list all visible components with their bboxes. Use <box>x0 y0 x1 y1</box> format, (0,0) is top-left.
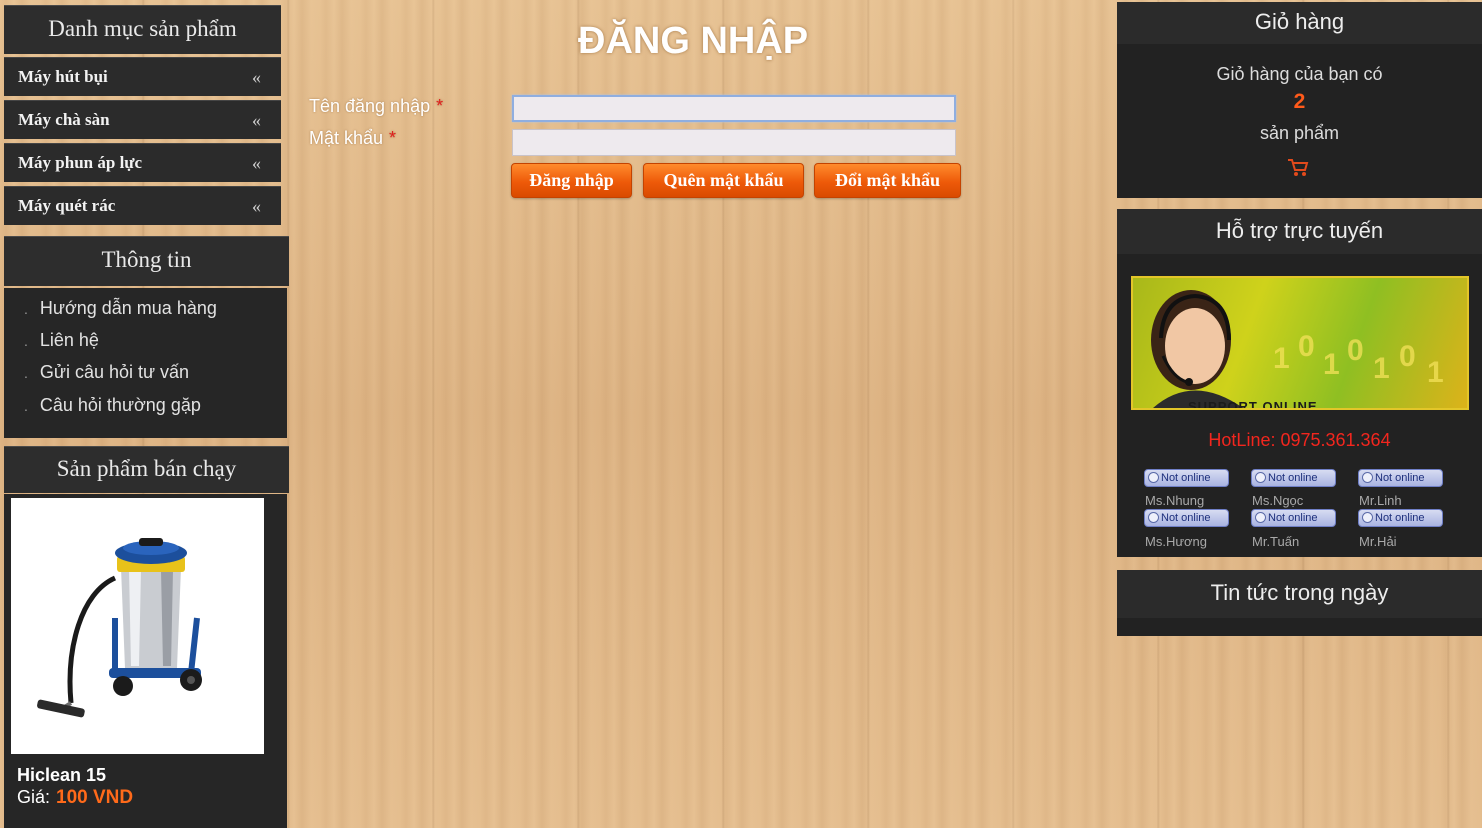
product-image[interactable] <box>11 498 264 754</box>
double-chevron-left-icon: « <box>252 67 261 87</box>
vacuum-cleaner-image <box>37 538 202 718</box>
status-icon <box>1362 512 1373 523</box>
login-button[interactable]: Đăng nhập <box>511 163 632 198</box>
required-mark: * <box>436 96 444 116</box>
status-text: Not online <box>1268 472 1318 484</box>
status-button-hai[interactable]: Not online <box>1358 509 1443 527</box>
info-link-ask-question[interactable]: . Gửi câu hỏi tư vấn <box>24 362 189 383</box>
double-chevron-left-icon: « <box>252 196 261 216</box>
product-price-row: Giá: 100 VND <box>17 787 133 809</box>
status-icon <box>1148 512 1159 523</box>
status-icon <box>1255 512 1266 523</box>
support-banner-text: SUPPORT ONLINE <box>1188 399 1318 410</box>
price-label: Giá: <box>17 787 51 807</box>
svg-text:0: 0 <box>1399 340 1416 373</box>
double-chevron-left-icon: « <box>252 153 261 173</box>
status-icon <box>1362 472 1373 483</box>
required-mark: * <box>389 128 397 148</box>
status-button-nhung[interactable]: Not online <box>1144 469 1229 487</box>
status-button-linh[interactable]: Not online <box>1358 469 1443 487</box>
bullet-icon: . <box>24 301 28 317</box>
cart-summary-text: Giỏ hàng của bạn có <box>1216 64 1383 84</box>
double-chevron-left-icon: « <box>252 110 261 130</box>
category-item-label: Máy quét rác <box>18 196 116 215</box>
username-label-text: Tên đăng nhập <box>309 96 431 116</box>
bullet-icon: . <box>24 333 28 349</box>
category-item-label: Máy phun áp lực <box>18 153 143 172</box>
username-input[interactable] <box>512 95 956 122</box>
category-item-scrubber[interactable]: Máy chà sàn « <box>4 100 281 139</box>
bestseller-panel-title: Sản phẩm bán chạy <box>4 446 289 493</box>
svg-text:1: 1 <box>1323 348 1340 381</box>
news-panel-title: Tin tức trong ngày <box>1117 570 1482 618</box>
status-text: Not online <box>1161 472 1211 484</box>
product-name[interactable]: Hiclean 15 <box>17 765 106 786</box>
agent-name: Mr.Tuấn <box>1252 534 1300 549</box>
forgot-password-button[interactable]: Quên mật khẩu <box>643 163 804 198</box>
agent-name: Ms.Ngọc <box>1252 493 1304 508</box>
category-item-sweeper[interactable]: Máy quét rác « <box>4 186 281 225</box>
status-text: Not online <box>1268 512 1318 524</box>
login-title: ĐĂNG NHẬP <box>578 20 809 62</box>
cart-panel-title: Giỏ hàng <box>1117 2 1482 44</box>
status-text: Not online <box>1375 472 1425 484</box>
change-password-button[interactable]: Đổi mật khẩu <box>814 163 961 198</box>
status-text: Not online <box>1161 512 1211 524</box>
support-banner: 101 010 1 SUPPORT ONLINE <box>1131 276 1469 410</box>
hotline[interactable]: HotLine: 0975.361.364 <box>1117 430 1482 451</box>
cart-icon[interactable] <box>1287 157 1309 177</box>
support-panel-title: Hỗ trợ trực tuyến <box>1117 209 1482 254</box>
info-link-label: Liên hệ <box>39 330 99 350</box>
info-link-label: Gửi câu hỏi tư vấn <box>39 362 190 382</box>
password-label-text: Mật khẩu <box>309 128 384 148</box>
category-item-vacuum[interactable]: Máy hút bụi « <box>4 57 281 96</box>
category-item-pressure-washer[interactable]: Máy phun áp lực « <box>4 143 281 182</box>
category-item-label: Máy chà sàn <box>18 110 110 129</box>
password-label: Mật khẩu * <box>309 128 396 149</box>
bullet-icon: . <box>24 365 28 381</box>
info-link-label: Hướng dẫn mua hàng <box>39 298 217 318</box>
password-input[interactable] <box>512 129 956 156</box>
bestseller-panel-title-text: Sản phẩm bán chạy <box>56 456 237 481</box>
product-price: 100 VND <box>56 787 134 808</box>
cart-panel-title-text: Giỏ hàng <box>1254 9 1345 34</box>
info-panel-title: Thông tin <box>4 236 289 286</box>
info-link-label: Câu hỏi thường gặp <box>39 395 201 415</box>
category-panel-title: Danh mục sản phẩm <box>4 5 281 54</box>
svg-text:1: 1 <box>1273 342 1290 375</box>
svg-text:1: 1 <box>1373 352 1390 385</box>
agent-name: Ms.Nhung <box>1145 493 1205 508</box>
svg-text:1: 1 <box>1427 356 1444 389</box>
info-panel-title-text: Thông tin <box>101 247 192 272</box>
svg-text:0: 0 <box>1347 334 1364 367</box>
news-panel-title-text: Tin tức trong ngày <box>1210 580 1389 605</box>
status-icon <box>1148 472 1159 483</box>
info-link-contact[interactable]: . Liên hệ <box>24 330 99 351</box>
status-text: Not online <box>1375 512 1425 524</box>
agent-name: Ms.Hương <box>1145 534 1208 549</box>
category-item-label: Máy hút bụi <box>18 67 108 86</box>
support-agent-image: 1 01 01 0 1 <box>1151 290 1444 408</box>
support-panel-title-text: Hỗ trợ trực tuyến <box>1215 218 1384 243</box>
status-button-huong[interactable]: Not online <box>1144 509 1229 527</box>
news-panel-body <box>1117 618 1482 636</box>
cart-summary-unit: sản phẩm <box>1259 123 1340 143</box>
username-label: Tên đăng nhập * <box>309 96 443 117</box>
status-icon <box>1255 472 1266 483</box>
bullet-icon: . <box>24 398 28 414</box>
svg-text:0: 0 <box>1298 330 1315 363</box>
agent-name: Mr.Hải <box>1359 534 1397 549</box>
status-button-ngoc[interactable]: Not online <box>1251 469 1336 487</box>
info-link-purchase-guide[interactable]: . Hướng dẫn mua hàng <box>24 298 217 319</box>
category-panel-title-text: Danh mục sản phẩm <box>48 16 237 41</box>
info-link-faq[interactable]: . Câu hỏi thường gặp <box>24 395 201 416</box>
cart-count: 2 <box>1293 90 1306 113</box>
status-button-tuan[interactable]: Not online <box>1251 509 1336 527</box>
agent-name: Mr.Linh <box>1359 493 1402 508</box>
